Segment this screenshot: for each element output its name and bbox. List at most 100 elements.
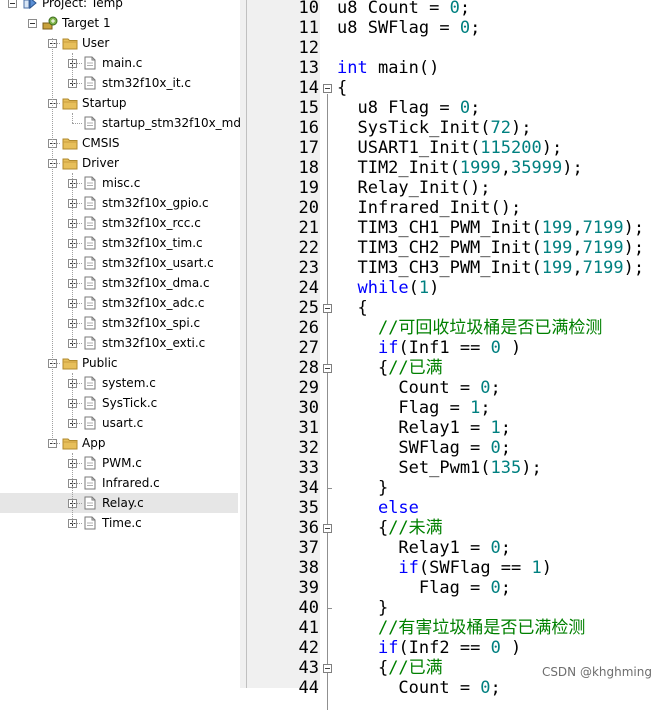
tree-item-label: stm32f10x_gpio.c: [102, 196, 209, 210]
code-line[interactable]: if(Inf2 == 0 ): [337, 638, 521, 658]
number-token: 35999: [511, 158, 563, 178]
code-token: {: [337, 78, 348, 98]
line-number: 35: [298, 498, 319, 518]
code-line[interactable]: TIM3_CH2_PWM_Init(199,7199);: [337, 238, 644, 258]
folder-icon: [62, 156, 78, 176]
code-line[interactable]: Relay_Init();: [337, 178, 490, 198]
code-line[interactable]: while(1): [337, 278, 439, 298]
expand-toggle-icon[interactable]: [8, 0, 17, 8]
code-line[interactable]: u8 Flag = 0;: [337, 98, 480, 118]
fold-toggle-icon[interactable]: [323, 524, 332, 533]
line-number: 21: [298, 218, 319, 238]
line-number: 25: [298, 298, 319, 318]
code-line[interactable]: TIM2_Init(1999,35999);: [337, 158, 582, 178]
number-token: 0: [490, 438, 501, 458]
code-token: main(): [367, 58, 440, 78]
code-line[interactable]: else: [337, 498, 419, 518]
tree-item-label: Driver: [82, 156, 119, 170]
code-token: );: [623, 258, 645, 278]
number-token: 1: [418, 278, 430, 298]
code-token: Relay1 =: [337, 418, 491, 438]
code-line[interactable]: //有害垃圾桶是否已满检测: [337, 618, 585, 638]
code-line[interactable]: u8 Count = 0;: [337, 0, 470, 18]
tree-connector-line: [72, 283, 82, 284]
fold-toggle-icon[interactable]: [323, 84, 332, 93]
code-token: ;: [490, 678, 501, 698]
code-editor[interactable]: u8 Count = 0; u8 SWFlag = 0; int main(){ u…: [334, 0, 666, 698]
code-line[interactable]: u8 SWFlag = 0;: [337, 18, 480, 38]
tree-item-label: Project: Temp: [42, 0, 123, 10]
code-line[interactable]: }: [337, 478, 388, 498]
code-token: SysTick_Init(: [337, 118, 491, 138]
file-icon: [82, 456, 98, 476]
number-token: 7199: [582, 218, 624, 238]
tree-item-label: main.c: [102, 56, 143, 70]
tree-connector-line: [72, 453, 73, 523]
fold-toggle-icon[interactable]: [323, 664, 332, 673]
tree-item-label: Infrared.c: [102, 476, 160, 490]
code-line[interactable]: Flag = 0;: [337, 578, 511, 598]
code-token: Set_Pwm1(: [337, 458, 491, 478]
tree-connector-line: [72, 463, 82, 464]
tree-connector-line: [52, 363, 60, 364]
code-line[interactable]: }: [337, 598, 388, 618]
line-number: 20: [298, 198, 319, 218]
code-token: {: [337, 298, 368, 318]
code-line[interactable]: {//已满: [337, 658, 443, 678]
tree-item-relay-c[interactable]: Relay.c: [0, 493, 238, 513]
line-number: 30: [298, 398, 319, 418]
tree-connector-line: [72, 53, 73, 83]
number-token: 0: [449, 0, 460, 18]
code-token: {: [337, 358, 389, 378]
code-token: Flag =: [337, 578, 491, 598]
code-line[interactable]: Relay1 = 1;: [337, 418, 511, 438]
code-line[interactable]: {//未满: [337, 518, 443, 538]
code-line[interactable]: Count = 0;: [337, 378, 500, 398]
line-number: 43: [298, 658, 319, 678]
code-line[interactable]: Infrared_Init();: [337, 198, 521, 218]
code-line[interactable]: if(SWFlag == 1): [337, 558, 552, 578]
code-line[interactable]: Relay1 = 0;: [337, 538, 511, 558]
code-line[interactable]: Count = 0;: [337, 678, 501, 698]
line-number: 16: [298, 118, 319, 138]
file-icon: [82, 296, 98, 316]
code-line[interactable]: {: [337, 78, 347, 98]
code-line[interactable]: if(Inf1 == 0 ): [337, 338, 521, 358]
number-token: 199: [541, 238, 573, 258]
code-token: ;: [480, 398, 491, 418]
comment-token: //有害垃圾桶是否已满检测: [377, 618, 586, 638]
code-line[interactable]: int main(): [337, 58, 439, 78]
line-number: 39: [298, 578, 319, 598]
code-token: ;: [470, 98, 481, 118]
panel-splitter[interactable]: [240, 0, 247, 688]
code-line[interactable]: TIM3_CH3_PWM_Init(199,7199);: [337, 258, 644, 278]
expand-toggle-icon[interactable]: [28, 19, 37, 28]
number-token: 0: [490, 578, 501, 598]
fold-toggle-icon[interactable]: [323, 364, 332, 373]
line-number: 32: [298, 438, 319, 458]
code-token: (Inf1 ==: [398, 338, 491, 358]
number-token: 0: [480, 678, 491, 698]
tree-connector-line: [72, 483, 82, 484]
code-line[interactable]: TIM3_CH1_PWM_Init(199,7199);: [337, 218, 644, 238]
code-line[interactable]: SysTick_Init(72);: [337, 118, 531, 138]
code-line[interactable]: {//已满: [337, 358, 443, 378]
number-token: 1999: [459, 158, 501, 178]
tree-connector-line: [72, 83, 82, 84]
code-token: ,: [572, 218, 583, 238]
code-token: TIM3_CH3_PWM_Init(: [337, 258, 542, 278]
line-number: 14: [298, 78, 319, 98]
code-line[interactable]: Flag = 1;: [337, 398, 491, 418]
code-line[interactable]: //可回收垃圾桶是否已满检测: [337, 318, 602, 338]
code-token: u8 SWFlag =: [337, 18, 460, 38]
file-icon: [82, 196, 98, 216]
fold-toggle-icon[interactable]: [323, 304, 332, 313]
code-line[interactable]: {: [337, 298, 368, 318]
code-token: u8 Flag =: [337, 98, 460, 118]
code-token: Relay1 =: [337, 538, 491, 558]
code-line[interactable]: SWFlag = 0;: [337, 438, 511, 458]
code-line[interactable]: USART1_Init(115200);: [337, 138, 562, 158]
code-line[interactable]: Set_Pwm1(135);: [337, 458, 541, 478]
file-icon: [82, 376, 98, 396]
